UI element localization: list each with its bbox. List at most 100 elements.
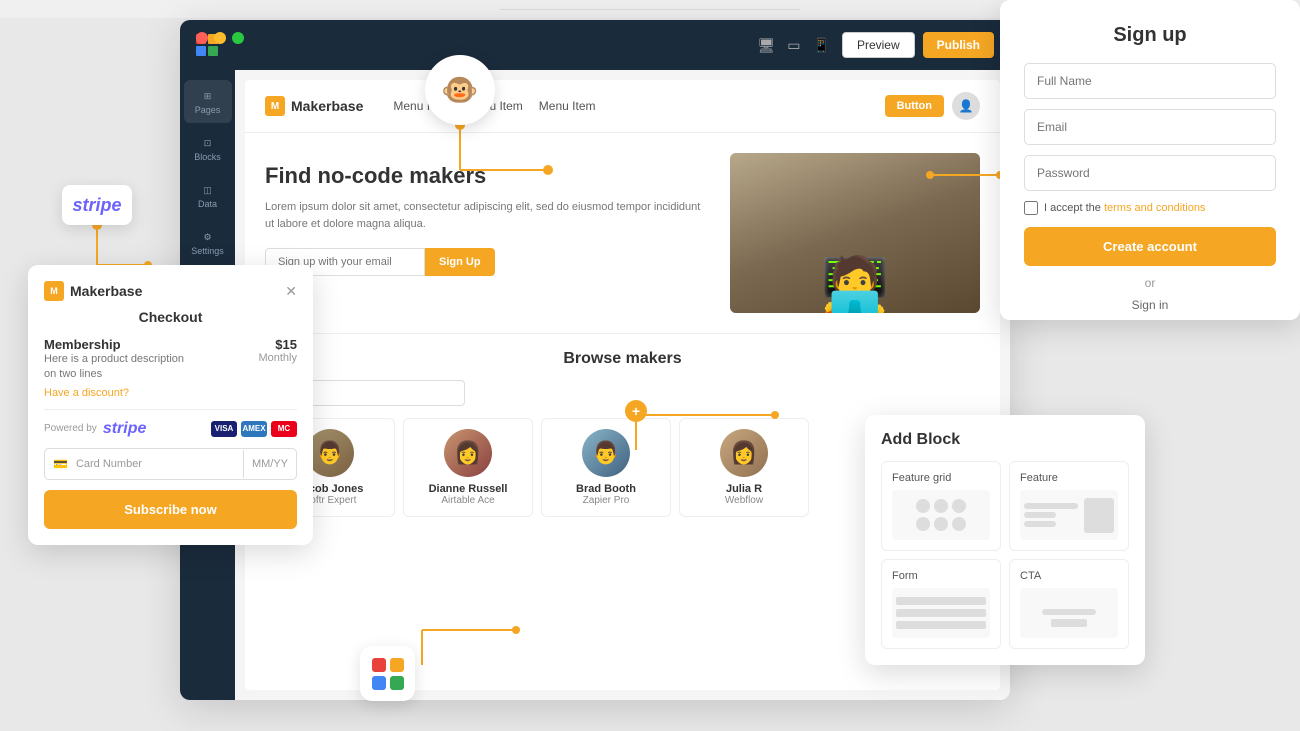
signup-fullname-input[interactable] <box>1024 63 1276 99</box>
stripe-logo: stripe <box>72 195 121 216</box>
maker-card-brad[interactable]: 👨 Brad Booth Zapier Pro <box>541 418 671 517</box>
checkout-item-left: Membership Here is a product description… <box>44 337 258 399</box>
publish-button[interactable]: Publish <box>923 32 994 58</box>
card-number-input[interactable]: Card Number <box>76 450 243 478</box>
block-feature-grid-preview <box>892 490 990 540</box>
stripe-logo-text: stripe <box>103 420 147 438</box>
nav-brand: M Makerbase <box>265 96 363 116</box>
maker-role-dianne: Airtable Ace <box>414 495 522 506</box>
checkout-item: Membership Here is a product description… <box>44 337 297 399</box>
hero-text: Find no-code makers Lorem ipsum dolor si… <box>265 153 710 313</box>
hero-title: Find no-code makers <box>265 163 710 189</box>
checkout-period: Monthly <box>258 352 297 364</box>
maker-card-dianne[interactable]: 👩 Dianne Russell Airtable Ace <box>403 418 533 517</box>
browse-title: Browse makers <box>265 350 980 368</box>
builder-toolbar: 🖥 ▭ 📱 Preview Publish <box>180 20 1010 70</box>
blocks-icon: ⊡ <box>204 138 212 149</box>
checkout-item-desc-2: on two lines <box>44 367 258 382</box>
maker-name-dianne: Dianne Russell <box>414 483 522 495</box>
nav-button[interactable]: Button <box>885 95 944 117</box>
hero-image: 🧑‍💻 <box>730 153 980 313</box>
add-block-plus-button[interactable]: + <box>625 400 647 422</box>
signup-title: Sign up <box>1024 24 1276 47</box>
mailchimp-icon: 🐵 <box>441 73 478 108</box>
checkout-title: Checkout <box>44 309 297 325</box>
logo-blue <box>196 46 206 56</box>
signup-password-input[interactable] <box>1024 155 1276 191</box>
minimize-light <box>214 32 226 44</box>
sidebar-item-settings[interactable]: ⚙ Settings <box>184 221 232 264</box>
block-feature[interactable]: Feature <box>1009 461 1129 551</box>
mastercard-icon: MC <box>271 421 297 437</box>
notion-logo-icon <box>372 658 404 690</box>
nav-avatar[interactable]: 👤 <box>952 92 980 120</box>
block-feature-grid[interactable]: Feature grid <box>881 461 1001 551</box>
close-button[interactable]: ✕ <box>285 283 297 300</box>
amex-icon: AMEX <box>241 421 267 437</box>
sidebar-item-data[interactable]: ◫ Data <box>184 174 232 217</box>
subscribe-button[interactable]: Subscribe now <box>44 490 297 529</box>
toolbar-buttons: Preview Publish <box>842 32 994 58</box>
sidebar-item-pages[interactable]: ⊞ Pages <box>184 80 232 123</box>
card-number-row: 💳 Card Number MM/YY <box>44 448 297 480</box>
hero-section: Find no-code makers Lorem ipsum dolor si… <box>245 133 1000 333</box>
settings-label: Settings <box>191 246 224 256</box>
block-form-label: Form <box>892 570 990 582</box>
card-expiry-input[interactable]: MM/YY <box>243 450 296 478</box>
nav-item-3[interactable]: Menu Item <box>539 99 596 113</box>
checkout-brand-icon: M <box>44 281 64 301</box>
maker-avatar-dianne: 👩 <box>444 429 492 477</box>
block-form[interactable]: Form <box>881 559 1001 649</box>
powered-by-row: Powered by stripe VISA AMEX MC <box>44 420 297 438</box>
checkout-discount-link[interactable]: Have a discount? <box>44 387 258 399</box>
signup-terms-text: I accept the terms and conditions <box>1044 202 1205 214</box>
checkout-item-right: $15 Monthly <box>258 337 297 364</box>
brand-name: Makerbase <box>291 98 363 114</box>
block-feature-preview <box>1020 490 1118 540</box>
create-account-button[interactable]: Create account <box>1024 227 1276 266</box>
brand-icon: M <box>265 96 285 116</box>
fullscreen-light <box>232 32 244 44</box>
maker-card-julia[interactable]: 👩 Julia R Webflow <box>679 418 809 517</box>
maker-avatar-brad: 👨 <box>582 429 630 477</box>
signin-link[interactable]: Sign in <box>1024 298 1276 312</box>
maker-name-julia: Julia R <box>690 483 798 495</box>
signup-terms-prefix: I accept the <box>1044 202 1104 214</box>
add-block-title: Add Block <box>881 431 1129 449</box>
desktop-icon[interactable]: 🖥 <box>758 37 776 54</box>
mobile-icon[interactable]: 📱 <box>813 37 830 54</box>
card-icons: VISA AMEX MC <box>211 421 297 437</box>
signup-email-input[interactable] <box>1024 109 1276 145</box>
dot-4 <box>916 517 930 531</box>
signup-terms-row: I accept the terms and conditions <box>1024 201 1276 215</box>
block-cta-preview <box>1020 588 1118 638</box>
settings-icon: ⚙ <box>203 232 211 243</box>
stripe-bubble: stripe <box>62 185 132 225</box>
visa-icon: VISA <box>211 421 237 437</box>
signup-terms-link[interactable]: terms and conditions <box>1104 202 1206 214</box>
powered-by-text: Powered by <box>44 423 97 434</box>
preview-button[interactable]: Preview <box>842 32 915 58</box>
maker-role-julia: Webflow <box>690 495 798 506</box>
maker-name-brad: Brad Booth <box>552 483 660 495</box>
signup-terms-checkbox[interactable] <box>1024 201 1038 215</box>
checkout-item-desc-1: Here is a product description <box>44 352 258 367</box>
checkout-brand-name: Makerbase <box>70 283 142 299</box>
block-feature-label: Feature <box>1020 472 1118 484</box>
block-form-preview <box>892 588 990 638</box>
cta-line-2 <box>1042 609 1096 615</box>
traffic-lights <box>196 32 244 44</box>
block-cta[interactable]: CTA <box>1009 559 1129 649</box>
mailchimp-bubble: 🐵 <box>425 55 495 125</box>
hero-signup-button[interactable]: Sign Up <box>425 248 495 276</box>
blocks-label: Blocks <box>194 152 221 162</box>
sidebar-item-blocks[interactable]: ⊡ Blocks <box>184 127 232 170</box>
checkout-card: M Makerbase ✕ Checkout Membership Here i… <box>28 265 313 545</box>
tablet-icon[interactable]: ▭ <box>787 37 800 54</box>
dot-2 <box>934 499 948 513</box>
data-icon: ◫ <box>203 185 212 196</box>
page-nav: M Makerbase Menu Item Menu Item Menu Ite… <box>245 80 1000 133</box>
checkout-brand: M Makerbase <box>44 281 142 301</box>
close-light <box>196 32 208 44</box>
cta-preview-content <box>1020 595 1118 631</box>
